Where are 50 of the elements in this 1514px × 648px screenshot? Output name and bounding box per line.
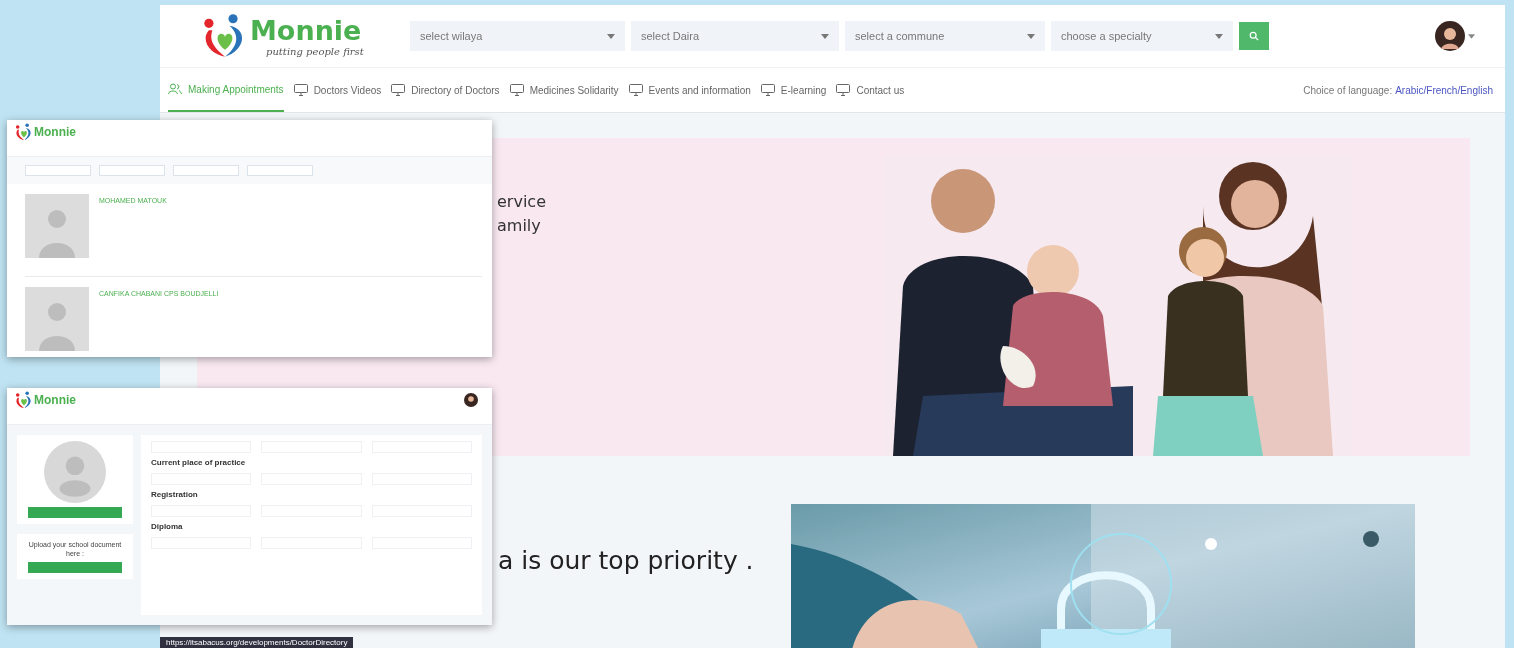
status-url: https://itsabacus.org/developments/DoctorDirectory xyxy=(160,637,354,648)
people-icon xyxy=(168,83,182,95)
select-field[interactable] xyxy=(247,165,313,176)
monitor-icon xyxy=(836,84,851,96)
select-field[interactable] xyxy=(99,165,165,176)
hero-text: amily xyxy=(497,215,542,237)
monitor-icon xyxy=(760,84,775,96)
section-heading: a is our top priority . xyxy=(498,546,754,577)
select-field[interactable]: select wilaya xyxy=(410,21,625,51)
caret-icon xyxy=(1027,33,1035,39)
language-label: Choice of language: xyxy=(1303,84,1393,96)
nav-tab[interactable]: Events and information xyxy=(628,68,751,112)
nav-tab[interactable]: Medicines Solidarity xyxy=(509,68,619,112)
logo-icon xyxy=(15,123,33,141)
avatar-placeholder-icon xyxy=(44,441,106,503)
select-field[interactable]: select Daira xyxy=(631,21,839,51)
section-heading: Diploma xyxy=(151,522,184,532)
search-button[interactable] xyxy=(1239,22,1269,50)
section-heading: Current place of practice xyxy=(151,458,247,468)
avatar-icon[interactable] xyxy=(464,393,478,407)
nav-tab[interactable]: E-learning xyxy=(760,68,827,112)
logo-name: Monnie xyxy=(34,393,76,407)
logo-name: Monnie xyxy=(34,125,76,139)
monitor-icon xyxy=(293,84,308,96)
caret-icon xyxy=(1468,33,1475,39)
search-icon xyxy=(1249,31,1259,41)
nav-tab[interactable]: Contact us xyxy=(836,68,905,112)
select-field[interactable]: choose a specialty xyxy=(1051,21,1233,51)
upload-button[interactable] xyxy=(28,562,122,573)
nav-tab[interactable]: Doctors Videos xyxy=(293,68,382,112)
logo-name: Monnie xyxy=(250,15,363,46)
monitor-icon xyxy=(628,84,643,96)
avatar-placeholder-icon xyxy=(25,194,89,258)
caret-icon xyxy=(1215,33,1223,39)
section-heading: Registration xyxy=(151,490,199,500)
logo-icon xyxy=(15,391,33,409)
avatar-placeholder-icon xyxy=(25,287,89,351)
nav-tab[interactable]: Directory of Doctors xyxy=(391,68,500,112)
upload-button[interactable] xyxy=(28,507,122,518)
caret-icon xyxy=(821,33,829,39)
user-menu[interactable] xyxy=(1435,21,1475,51)
language-link[interactable]: Arabic/French/English xyxy=(1395,84,1493,96)
hero-text: ervice xyxy=(497,191,547,213)
select-field[interactable]: select a commune xyxy=(845,21,1045,51)
monitor-icon xyxy=(391,84,406,96)
caret-icon xyxy=(607,33,615,39)
select-field[interactable] xyxy=(173,165,239,176)
monitor-icon xyxy=(509,84,524,96)
logo-tagline: putting people first xyxy=(266,45,364,57)
select-field[interactable] xyxy=(25,165,91,176)
